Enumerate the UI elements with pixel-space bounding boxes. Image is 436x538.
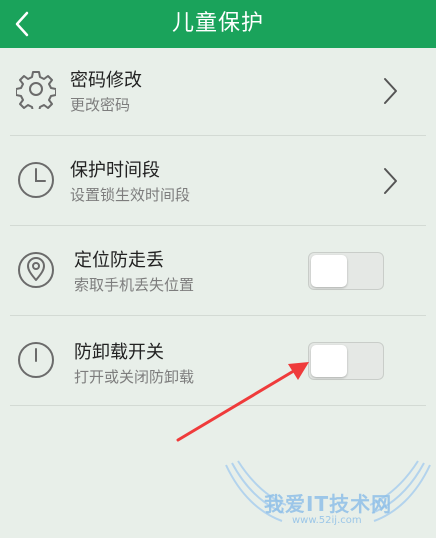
watermark-url: www.52ij.com [292,515,362,526]
watermark-text: 我爱IT技术网 [264,492,393,516]
